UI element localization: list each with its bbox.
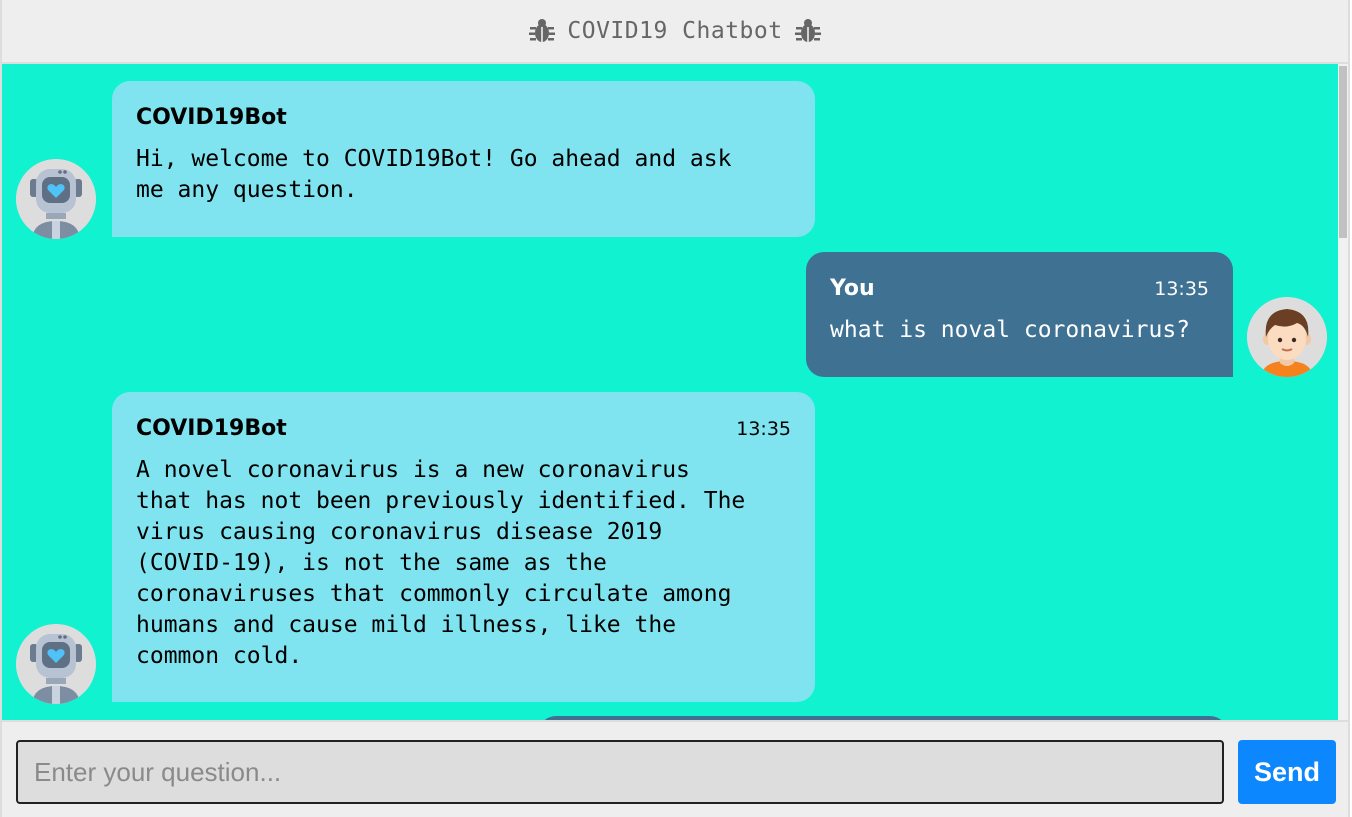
bug-icon	[529, 19, 556, 42]
message-text: what is noval coronavirus?	[830, 317, 1191, 343]
chatbot-window: COVID19 Chatbot COVID19Bot Hi, welcome t…	[0, 0, 1350, 817]
message-text: A novel coronavirus is a new coronavirus…	[136, 457, 746, 669]
robot-avatar	[16, 159, 96, 239]
message-sender: You	[830, 276, 875, 301]
bot-message-bubble: COVID19Bot Hi, welcome to COVID19Bot! Go…	[112, 81, 815, 237]
message-time: 13:35	[1154, 278, 1209, 300]
message-sender: COVID19Bot	[136, 416, 287, 441]
message-text: Hi, welcome to COVID19Bot! Go ahead and …	[136, 146, 732, 203]
user-avatar	[1247, 297, 1327, 377]
bot-message-bubble: COVID19Bot 13:35 A novel coronavirus is …	[112, 392, 815, 702]
chat-scrollbar[interactable]	[1338, 64, 1348, 720]
question-input[interactable]	[16, 740, 1224, 804]
scrollbar-thumb[interactable]	[1339, 66, 1347, 238]
message-input-bar: Send	[2, 720, 1348, 817]
message-sender: COVID19Bot	[136, 105, 287, 130]
boy-icon	[1247, 297, 1327, 377]
message-time: 13:35	[736, 418, 791, 440]
chat-header: COVID19 Chatbot	[2, 0, 1348, 64]
robot-icon	[16, 624, 96, 704]
bug-icon	[794, 19, 821, 42]
user-message-bubble: You 13:35 what is noval coronavirus?	[806, 252, 1233, 377]
message-header: COVID19Bot	[136, 105, 791, 130]
chat-messages-area[interactable]: COVID19Bot Hi, welcome to COVID19Bot! Go…	[2, 64, 1342, 720]
send-button[interactable]: Send	[1238, 740, 1336, 804]
robot-icon	[16, 159, 96, 239]
robot-avatar	[16, 624, 96, 704]
message-header: COVID19Bot 13:35	[136, 416, 791, 441]
message-header: You 13:35	[830, 276, 1209, 301]
page-title: COVID19 Chatbot	[567, 18, 783, 44]
